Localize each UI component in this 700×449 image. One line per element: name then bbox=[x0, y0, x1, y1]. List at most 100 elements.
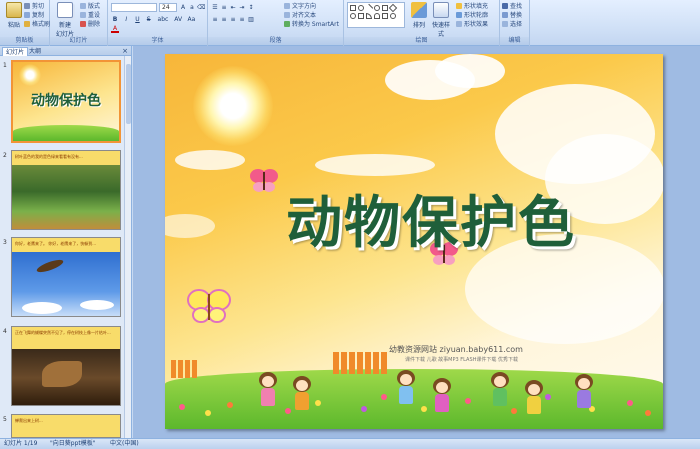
delete-button[interactable]: 删除 bbox=[80, 20, 100, 29]
thumb-slide-4[interactable]: 正在飞舞的蝴蝶突然不见了，停在树枝上像一片枯叶... bbox=[11, 326, 121, 406]
clipboard-label: 剪贴板 bbox=[0, 37, 49, 45]
arrange-button[interactable]: 排列 bbox=[408, 2, 430, 29]
change-case-button[interactable]: Aa bbox=[186, 16, 196, 24]
font-size-combo[interactable]: 24 bbox=[159, 3, 177, 12]
decrease-indent-icon[interactable]: ⇤ bbox=[229, 4, 237, 12]
bold-button[interactable]: B bbox=[111, 16, 119, 24]
align-left-icon[interactable]: ≡ bbox=[211, 16, 219, 24]
thumb-slide-5[interactable]: 蝉爬出来上树... bbox=[11, 414, 121, 438]
pen-icon bbox=[456, 12, 462, 18]
cloud bbox=[315, 154, 435, 176]
layout-icon bbox=[80, 3, 86, 9]
shape-fill-button[interactable]: 形状填充 bbox=[456, 2, 488, 11]
cut-button[interactable]: 剪切 bbox=[24, 2, 44, 11]
tab-outline[interactable]: 大纲 bbox=[26, 47, 44, 56]
eagle-icon bbox=[35, 257, 65, 275]
align-right-icon[interactable]: ≡ bbox=[229, 16, 237, 24]
line-icon[interactable] bbox=[364, 3, 374, 13]
paste-button[interactable]: 粘贴 bbox=[2, 2, 26, 29]
rounded-rect-icon[interactable] bbox=[374, 5, 380, 11]
slide-thumbnail-panel: 幻灯片 大纲 × 1 动物保护色 2 树叶蓝色的我的是色绿来看看有没有... 3… bbox=[0, 46, 132, 438]
grass bbox=[13, 125, 119, 141]
layout-button[interactable]: 版式 bbox=[80, 2, 100, 11]
thumb-slide-1[interactable]: 动物保护色 bbox=[11, 60, 121, 143]
format-painter-button[interactable]: 格式刷 bbox=[24, 20, 50, 29]
sun-icon bbox=[19, 64, 41, 86]
grow-font-icon[interactable]: A bbox=[179, 4, 187, 12]
shrink-font-icon[interactable]: a bbox=[188, 4, 196, 12]
flower-icon bbox=[511, 408, 517, 414]
font-name-combo[interactable] bbox=[111, 3, 157, 12]
shadow-button[interactable]: abc bbox=[156, 16, 170, 24]
drawing-label: 绘图 bbox=[344, 37, 499, 45]
align-center-icon[interactable]: ≡ bbox=[220, 16, 228, 24]
quick-styles-button[interactable]: 快速样式 bbox=[430, 2, 452, 38]
columns-icon[interactable]: ▥ bbox=[247, 16, 255, 24]
rectangle-icon[interactable] bbox=[350, 5, 356, 11]
shape-outline-button[interactable]: 形状轮廓 bbox=[456, 11, 488, 20]
drawing-group: 排列 快速样式 形状填充 形状轮廓 形状效果 绘图 bbox=[344, 0, 500, 46]
smartart-icon bbox=[284, 21, 290, 27]
circle-icon[interactable] bbox=[350, 13, 356, 19]
callout-icon[interactable] bbox=[374, 13, 380, 19]
diamond-icon[interactable] bbox=[388, 3, 398, 13]
child-figure bbox=[575, 374, 593, 408]
panel-scrollbar[interactable] bbox=[124, 56, 131, 438]
reset-button[interactable]: 重设 bbox=[80, 11, 100, 20]
arrow-icon[interactable] bbox=[382, 13, 388, 19]
new-slide-button[interactable]: 新建 幻灯片 bbox=[52, 2, 78, 38]
child-figure bbox=[397, 370, 415, 404]
flower-icon bbox=[627, 400, 633, 406]
close-icon[interactable]: × bbox=[122, 47, 128, 55]
slides-group: 新建 幻灯片 版式 重设 删除 幻灯片 bbox=[50, 0, 108, 46]
slides-label: 幻灯片 bbox=[50, 37, 107, 45]
bullets-icon[interactable]: ☰ bbox=[211, 4, 219, 12]
language-indicator[interactable]: 中文(中国) bbox=[110, 439, 139, 449]
cursor-icon bbox=[502, 21, 508, 27]
oval-icon[interactable] bbox=[358, 5, 364, 11]
smartart-button[interactable]: 转换为 SmartArt bbox=[284, 20, 339, 29]
quick-styles-icon bbox=[433, 2, 449, 18]
thumb-number: 3 bbox=[3, 239, 7, 246]
thumb-slide-3[interactable]: 你好，老鹰来了。 你好，老鹰来了，快躲到... bbox=[11, 237, 121, 317]
select-button[interactable]: 选择 bbox=[502, 20, 522, 29]
square-icon[interactable] bbox=[358, 13, 364, 19]
increase-indent-icon[interactable]: ⇥ bbox=[238, 4, 246, 12]
tab-slides[interactable]: 幻灯片 bbox=[2, 47, 29, 56]
slide-title[interactable]: 动物保护色 bbox=[261, 178, 601, 259]
clipboard-group: 粘贴 剪切 复制 格式刷 剪贴板 bbox=[0, 0, 50, 46]
leaf-butterfly-image bbox=[12, 349, 120, 405]
italic-button[interactable]: I bbox=[122, 16, 130, 24]
thumb-number: 2 bbox=[3, 152, 7, 159]
shapes-gallery[interactable] bbox=[347, 2, 405, 28]
thumb-slide-2[interactable]: 树叶蓝色的我的是色绿来看看有没有... bbox=[11, 150, 121, 230]
char-spacing-button[interactable]: AV bbox=[173, 16, 183, 24]
flower-icon bbox=[361, 406, 367, 412]
strikethrough-button[interactable]: S bbox=[145, 16, 153, 24]
textbox-icon[interactable] bbox=[382, 5, 388, 11]
flower-icon bbox=[545, 394, 551, 400]
text-direction-button[interactable]: 文字方向 bbox=[284, 2, 316, 11]
paste-icon bbox=[6, 2, 22, 18]
copy-button[interactable]: 复制 bbox=[24, 11, 44, 20]
scissors-icon bbox=[24, 3, 30, 9]
replace-button[interactable]: 替换 bbox=[502, 11, 522, 20]
slide-canvas[interactable]: 动物保护色 幼教资源网站 ziyuan.baby611.com 课件下载 儿歌 … bbox=[165, 54, 663, 429]
star-icon[interactable] bbox=[390, 13, 396, 19]
line-spacing-icon[interactable]: ↕ bbox=[247, 4, 255, 12]
shape-effects-button[interactable]: 形状效果 bbox=[456, 20, 488, 29]
arc-icon[interactable] bbox=[366, 13, 372, 19]
numbering-icon[interactable]: ≡ bbox=[220, 4, 228, 12]
underline-button[interactable]: U bbox=[133, 16, 141, 24]
clear-format-icon[interactable]: ⌫ bbox=[197, 4, 205, 12]
slide-index: 幻灯片 1/19 bbox=[4, 440, 38, 447]
flower-icon bbox=[227, 402, 233, 408]
font-color-button[interactable]: A bbox=[111, 25, 119, 33]
scroll-thumb[interactable] bbox=[126, 64, 131, 124]
theme-name: "向日葵ppt模板" bbox=[50, 440, 96, 447]
justify-icon[interactable]: ≡ bbox=[238, 16, 246, 24]
thumb-caption: 正在飞舞的蝴蝶突然不见了，停在树枝上像一片枯叶... bbox=[15, 330, 111, 335]
find-button[interactable]: 查找 bbox=[502, 2, 522, 11]
align-text-button[interactable]: 对齐文本 bbox=[284, 11, 316, 20]
cloud bbox=[165, 214, 215, 238]
